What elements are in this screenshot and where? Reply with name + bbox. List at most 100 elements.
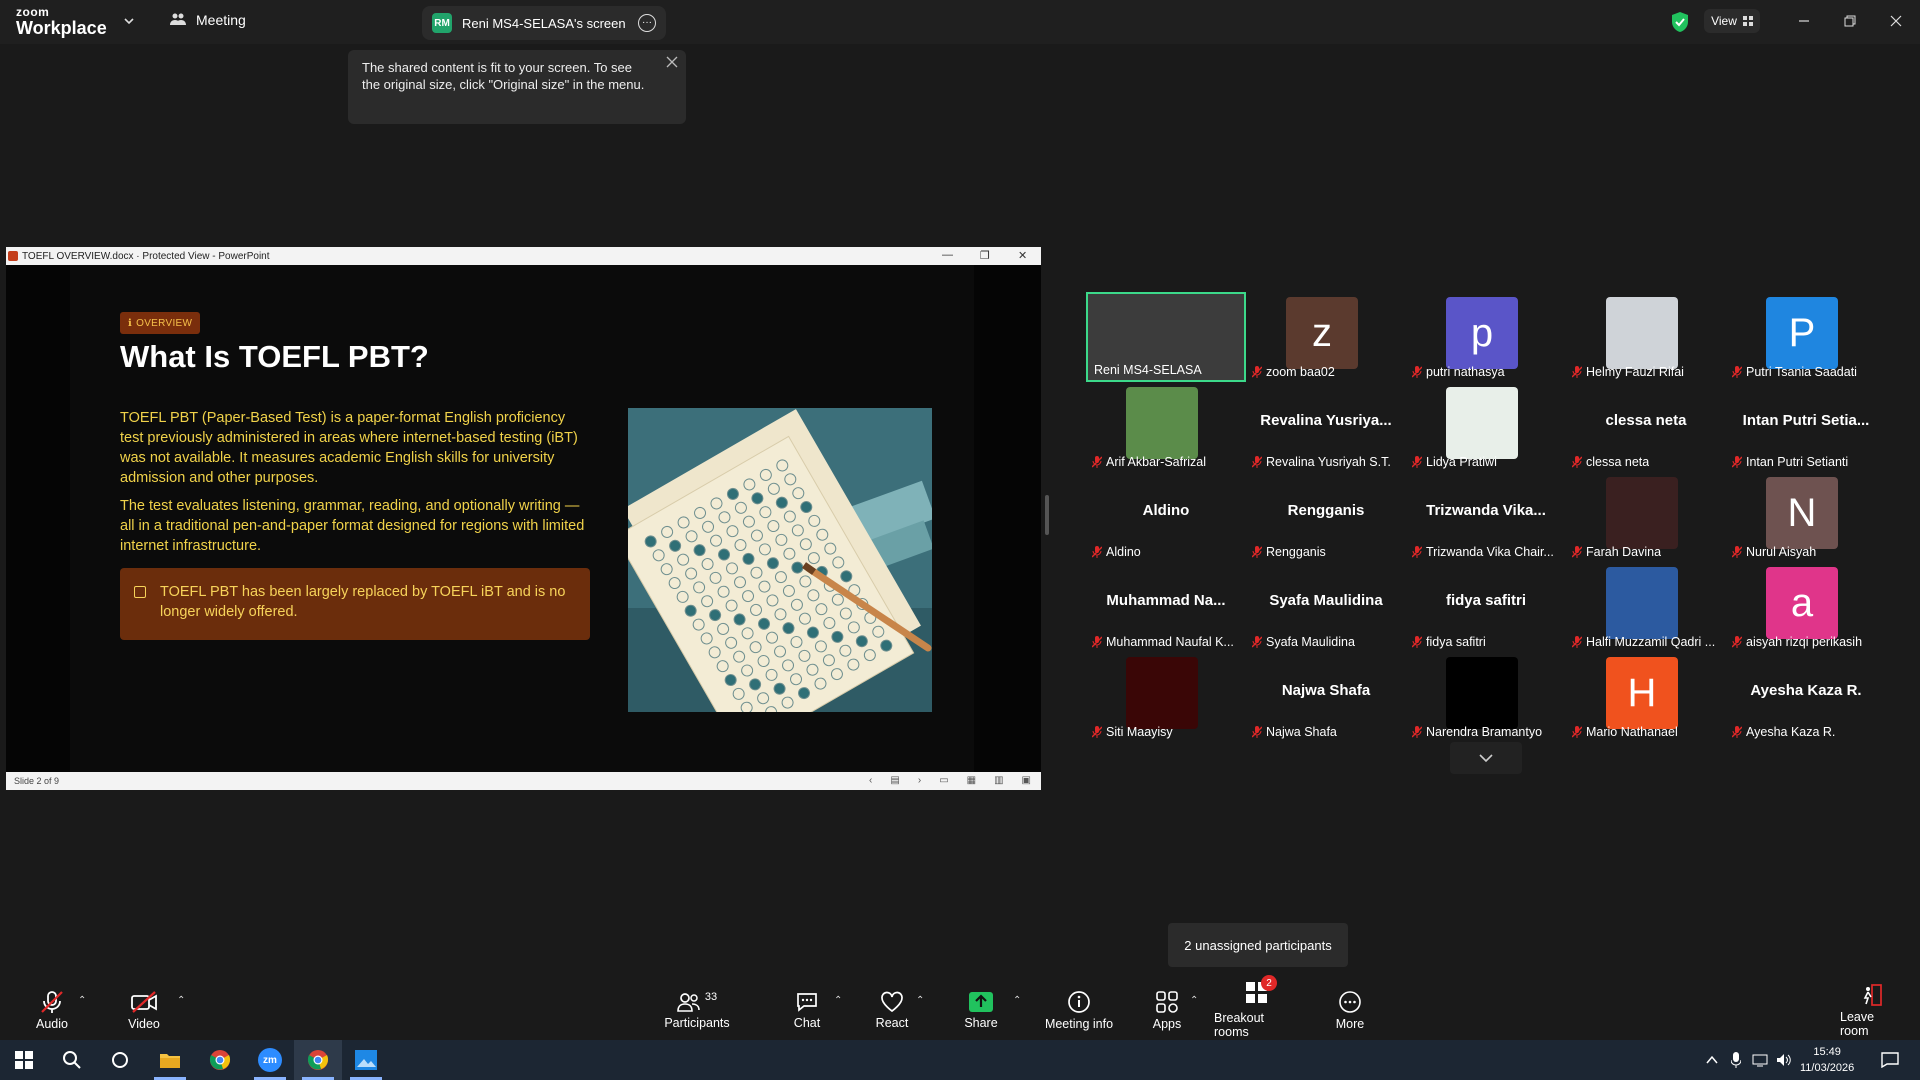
microphone-icon [1731, 1052, 1741, 1068]
apps-button[interactable]: Apps [1152, 980, 1182, 1040]
participant-display-name: Trizwanda Vika... [1426, 502, 1546, 519]
leave-room-button[interactable]: Leave room [1840, 980, 1904, 1040]
participant-display-name: Rengganis [1287, 502, 1365, 519]
participant-name: Trizwanda Vika Chair... [1412, 545, 1554, 559]
zoom-taskbar[interactable]: zm [246, 1040, 294, 1080]
more-options-icon[interactable]: ··· [638, 14, 656, 32]
participant-tile[interactable]: Trizwanda Vika... Trizwanda Vika Chair... [1406, 472, 1566, 562]
participant-tile[interactable]: Rengganis Rengganis [1246, 472, 1406, 562]
paint-taskbar[interactable] [342, 1040, 390, 1080]
slide-paragraph-2: The test evaluates listening, grammar, r… [120, 498, 585, 554]
audio-options-caret[interactable]: ⌃ [78, 995, 86, 1006]
participant-tile[interactable]: fidya safitri fidya safitri [1406, 562, 1566, 652]
participant-tile[interactable]: Siti Maayisy [1086, 652, 1246, 742]
participant-name: Syafa Maulidina [1252, 635, 1355, 649]
chat-options-caret[interactable]: ⌃ [834, 995, 842, 1006]
start-button[interactable] [0, 1040, 48, 1080]
chrome-taskbar[interactable] [196, 1040, 244, 1080]
chat-icon [797, 992, 817, 1012]
participant-tile[interactable]: clessa neta clessa neta [1566, 382, 1726, 472]
participants-button[interactable]: 33 Participants [662, 980, 732, 1040]
task-view-button[interactable] [96, 1040, 144, 1080]
muted-mic-icon [1572, 546, 1583, 558]
split-resize-handle[interactable] [1045, 495, 1049, 535]
chevron-down-icon[interactable] [122, 14, 136, 28]
view-button[interactable]: View [1704, 9, 1760, 33]
share-button[interactable]: Share [962, 980, 1000, 1040]
participant-name: Farah Davina [1572, 545, 1661, 559]
more-button[interactable]: More [1334, 980, 1366, 1040]
participant-avatar: H [1606, 657, 1678, 729]
react-button[interactable]: React [875, 980, 909, 1040]
leave-room-icon [1863, 983, 1882, 1006]
shared-screen-content: TOEFL OVERVIEW.docx · Protected View - P… [6, 247, 1041, 790]
powerpoint-icon [8, 251, 18, 261]
fit-screen-notice: The shared content is fit to your screen… [348, 50, 686, 124]
participant-photo [1446, 387, 1518, 459]
close-icon[interactable] [666, 56, 678, 68]
video-options-caret[interactable]: ⌃ [177, 995, 185, 1006]
participant-tile[interactable]: z zoom baa02 [1246, 292, 1406, 382]
muted-mic-icon [1092, 456, 1103, 468]
restore-button[interactable] [1836, 8, 1864, 34]
close-button[interactable] [1882, 8, 1910, 34]
participant-tile[interactable]: P Putri Tsania Saadati [1726, 292, 1886, 382]
meeting-info-button[interactable]: Meeting info [1042, 980, 1116, 1040]
search-taskbar-button[interactable] [48, 1040, 96, 1080]
participant-tile[interactable]: Helmy Fauzi Rifai [1566, 292, 1726, 382]
apps-options-caret[interactable]: ⌃ [1190, 995, 1198, 1006]
participant-tile[interactable]: p putri nathasya [1406, 292, 1566, 382]
participant-name: Najwa Shafa [1252, 725, 1337, 739]
breakout-rooms-button[interactable]: 2 Breakout rooms [1214, 975, 1300, 1040]
participant-tile[interactable]: Arif Akbar-Safrizal [1086, 382, 1246, 472]
system-clock[interactable]: 15:49 11/03/2026 [1800, 1044, 1854, 1076]
volume-icon [1777, 1054, 1791, 1066]
tray-network[interactable] [1748, 1040, 1772, 1080]
ppt-restore-icon: ❐ [980, 250, 990, 262]
participant-tile[interactable]: Ayesha Kaza R. Ayesha Kaza R. [1726, 652, 1886, 742]
participant-tile[interactable]: N Nurul Aisyah [1726, 472, 1886, 562]
tray-chevron[interactable] [1700, 1040, 1724, 1080]
muted-mic-icon [1732, 726, 1743, 738]
participant-tile[interactable]: Aldino Aldino [1086, 472, 1246, 562]
muted-mic-icon [1412, 456, 1423, 468]
notifications-button[interactable] [1870, 1040, 1910, 1080]
shared-screen-tab[interactable]: RM Reni MS4-SELASA's screen ··· [422, 6, 666, 40]
react-options-caret[interactable]: ⌃ [916, 995, 924, 1006]
ppt-status-icons: ‹ ▤ › ▭ ▦ ▥ ▣ [869, 775, 1031, 786]
chrome-profile-taskbar[interactable] [294, 1040, 342, 1080]
participant-tile[interactable]: Najwa Shafa Najwa Shafa [1246, 652, 1406, 742]
chat-button[interactable]: Chat [792, 980, 822, 1040]
audio-button[interactable]: Audio [30, 980, 74, 1040]
notice-text: The shared content is fit to your screen… [362, 60, 645, 92]
folder-icon [160, 1054, 180, 1068]
meeting-menu[interactable]: Meeting [170, 12, 246, 28]
participant-tile[interactable]: Intan Putri Setia... Intan Putri Setianti [1726, 382, 1886, 472]
tray-mic[interactable] [1724, 1040, 1748, 1080]
minimize-button[interactable] [1790, 8, 1818, 34]
unassigned-participants-tooltip: 2 unassigned participants [1168, 923, 1348, 967]
participant-tile[interactable]: Revalina Yusriya... Revalina Yusriyah S.T… [1246, 382, 1406, 472]
file-explorer-taskbar[interactable] [146, 1040, 194, 1080]
apps-icon [1156, 990, 1178, 1013]
participant-tile[interactable]: Reni MS4-SELASA [1086, 292, 1246, 382]
gallery-scroll-down-button[interactable] [1450, 742, 1522, 774]
participant-tile[interactable]: Narendra Bramantyo [1406, 652, 1566, 742]
participant-tile[interactable]: Lidya Pratiwi [1406, 382, 1566, 472]
photos-app-icon [355, 1050, 377, 1070]
participant-tile[interactable]: a aisyah rizqi perikasih [1726, 562, 1886, 652]
participant-tile[interactable]: Muhammad Na... Muhammad Naufal K... [1086, 562, 1246, 652]
shield-check-icon[interactable] [1670, 11, 1690, 33]
people-icon [170, 13, 186, 25]
video-button[interactable]: Video [124, 980, 164, 1040]
participant-tile[interactable]: H Mario Nathanael [1566, 652, 1726, 742]
tray-volume[interactable] [1772, 1040, 1796, 1080]
prev-slide-icon: ‹ [869, 775, 873, 786]
participant-tile[interactable]: Syafa Maulidina Syafa Maulidina [1246, 562, 1406, 652]
participant-tile[interactable]: Farah Davina [1566, 472, 1726, 562]
participant-tile[interactable]: Halfi Muzzamil Qadri ... [1566, 562, 1726, 652]
participant-photo [1606, 567, 1678, 639]
share-options-caret[interactable]: ⌃ [1013, 995, 1021, 1006]
note-icon [134, 586, 146, 598]
muted-mic-icon [1252, 636, 1263, 648]
